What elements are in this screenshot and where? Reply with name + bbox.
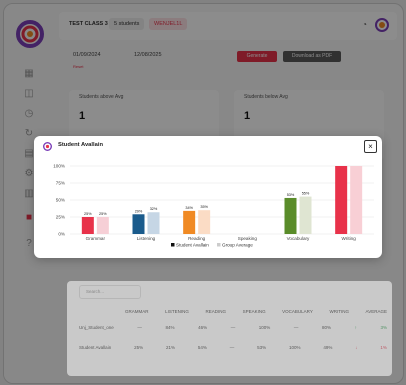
modal-logo-icon	[43, 142, 52, 151]
trend-value: 1%	[380, 345, 387, 350]
data-label: 55%	[302, 192, 310, 196]
cell: —	[137, 325, 142, 330]
cell: 84%	[165, 325, 175, 330]
results-table-card: Search... GRAMMAR LISTENING READING SPEA…	[67, 281, 392, 376]
data-label: 35%	[200, 205, 208, 209]
data-label: 25%	[99, 212, 107, 216]
bar-vocabulary-student	[284, 197, 297, 234]
data-label: 53%	[287, 193, 295, 197]
cell: 54%	[197, 345, 207, 350]
data-label: 29%	[135, 209, 143, 213]
y-tick-label: 100%	[53, 164, 65, 169]
col-speaking: SPEAKING	[242, 309, 266, 314]
cell: 53%	[257, 345, 267, 350]
legend-swatch	[171, 243, 175, 247]
row-name: Student Avallain	[79, 345, 112, 350]
cell: —	[293, 325, 299, 330]
trend-value: 3%	[380, 325, 387, 330]
legend-swatch	[217, 243, 221, 247]
table-row[interactable]: Unj_Student_one — 84% 46% — 100% — 80% ↑…	[79, 325, 387, 330]
bar-writing-group	[350, 166, 363, 234]
data-label: 34%	[185, 206, 193, 210]
cell: 100%	[289, 345, 301, 350]
bar-vocabulary-group	[299, 196, 312, 234]
table-header: GRAMMAR LISTENING READING SPEAKING VOCAB…	[125, 309, 387, 314]
col-grammar: GRAMMAR	[125, 309, 149, 314]
student-chart-modal: Student Avallain × 100% 75% 50% 25% 0% 25% 25%…	[34, 136, 382, 258]
bar-reading-student	[183, 210, 196, 234]
cell: 46%	[198, 325, 208, 330]
y-tick-label: 75%	[56, 181, 65, 186]
bar-listening-group	[147, 212, 160, 234]
x-tick-label: Speaking	[238, 236, 258, 241]
col-vocabulary: VOCABULARY	[282, 309, 313, 314]
bar-chart: 100% 75% 50% 25% 0% 25% 25% Grammar 29% 32% Listen…	[53, 164, 374, 247]
bar-listening-student	[132, 214, 145, 234]
y-tick-label: 50%	[56, 198, 65, 203]
cell: 100%	[258, 325, 271, 330]
cell: 21%	[165, 345, 175, 350]
x-tick-label: Vocabulary	[287, 236, 310, 241]
bar-writing-student	[335, 166, 348, 234]
cell: —	[229, 345, 235, 350]
search-placeholder: Search...	[86, 289, 105, 294]
bar-reading-group	[198, 210, 211, 234]
x-tick-label: Reading	[188, 236, 206, 241]
bar-grammar-student	[81, 217, 94, 234]
data-label: 32%	[150, 207, 158, 211]
search-input[interactable]: Search...	[79, 285, 141, 299]
x-tick-label: Writing	[342, 236, 357, 241]
close-button[interactable]: ×	[364, 140, 377, 153]
col-writing: WRITING	[329, 309, 349, 314]
legend-label: Group Average	[222, 242, 253, 247]
trend-up-icon: ↑	[354, 325, 357, 330]
legend-label: Student Avallain	[176, 242, 209, 247]
y-tick-label: 0%	[58, 232, 65, 237]
table-row[interactable]: Student Avallain 25% 21% 54% — 53% 100% …	[79, 345, 387, 350]
bar-grammar-group	[96, 217, 109, 234]
y-tick-label: 25%	[56, 215, 65, 220]
average-cell: 80%	[321, 325, 331, 330]
average-cell: 49%	[323, 345, 333, 350]
col-listening: LISTENING	[165, 309, 189, 314]
col-average: AVERAGE	[365, 309, 387, 314]
data-label: 25%	[84, 212, 92, 216]
x-tick-label: Grammar	[86, 236, 106, 241]
col-reading: READING	[205, 309, 226, 314]
row-name: Unj_Student_one	[79, 325, 114, 330]
cell: —	[230, 325, 236, 330]
trend-down-icon: ↓	[355, 345, 358, 350]
cell: 25%	[134, 345, 144, 350]
x-tick-label: Listening	[137, 236, 156, 241]
modal-title: Student Avallain	[58, 142, 103, 148]
